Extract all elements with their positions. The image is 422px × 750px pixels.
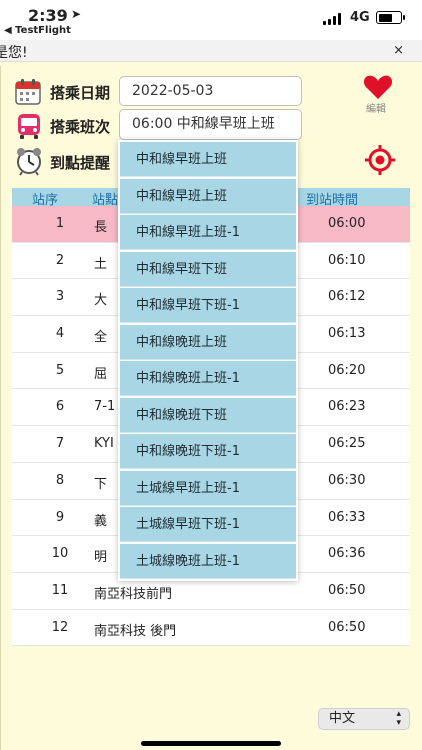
row-time: 06:13 — [328, 326, 366, 342]
dropdown-option[interactable]: 中和線早班上班-1 — [120, 215, 296, 251]
row-time: 06:12 — [328, 289, 366, 305]
row-stop: 明 — [94, 550, 108, 566]
row-seq: 1 — [55, 216, 65, 231]
dropdown-option[interactable]: 中和線早班下班-1 — [120, 288, 296, 324]
row-time: 06:10 — [328, 252, 366, 268]
row-time: 06:33 — [328, 509, 366, 525]
heart-icon[interactable] — [363, 74, 393, 100]
row-stop: 土 — [94, 256, 108, 272]
network-type: 4G — [350, 10, 370, 25]
row-stop: 下 — [94, 476, 108, 492]
date-input[interactable]: 2022-05-03 — [119, 76, 302, 106]
alarm-label: 到點提醒 — [50, 154, 111, 172]
home-indicator — [141, 741, 281, 746]
row-time: 06:23 — [328, 399, 366, 415]
dropdown-option[interactable]: 中和線早班上班 — [120, 142, 296, 178]
banner-close-button[interactable]: × — [393, 43, 404, 58]
row-seq: 5 — [55, 362, 65, 378]
dropdown-option[interactable]: 中和線早班下班 — [120, 251, 296, 287]
dropdown-option[interactable]: 中和線晚班上班-1 — [120, 361, 296, 397]
row-stop: 南亞科技前門 — [94, 586, 173, 602]
shift-select[interactable]: 06:00 中和線早班上班 — [119, 109, 302, 140]
row-seq: 6 — [55, 399, 65, 415]
status-time: 2:39 — [28, 6, 68, 25]
row-stop: 長 — [94, 220, 108, 235]
location-arrow-icon: ➤ — [71, 7, 82, 21]
row-time: 06:00 — [328, 216, 366, 231]
row-stop: 大 — [94, 293, 108, 309]
row-seq: 11 — [51, 582, 69, 598]
dropdown-option[interactable]: 土城線早班上班-1 — [120, 470, 296, 506]
edit-label[interactable]: 編輯 — [366, 100, 386, 115]
row-seq: 2 — [55, 252, 65, 268]
back-to-testflight-link[interactable]: ◀ TestFlight — [4, 25, 71, 36]
select-arrows-icon: ▴ ▾ — [396, 709, 401, 728]
row-seq: 4 — [55, 326, 65, 342]
language-value: 中文 — [329, 711, 356, 726]
row-seq: 9 — [55, 509, 65, 525]
row-stop: 全 — [94, 330, 108, 346]
row-time: 06:25 — [328, 436, 366, 452]
row-time: 06:30 — [328, 472, 366, 488]
row-seq: 3 — [55, 289, 65, 305]
table-row[interactable]: 12 南亞科技 後門 06:50 — [12, 609, 410, 647]
language-select[interactable]: 中文 ▴ ▾ — [318, 708, 410, 730]
row-stop: 7-1 — [94, 399, 116, 415]
row-stop: 南亞科技 後門 — [94, 623, 177, 639]
status-bar: 2:39 ➤ ◀ TestFlight 4G — [0, 0, 422, 44]
row-stop: KYI — [94, 436, 114, 452]
row-time: 06:36 — [328, 546, 366, 562]
battery-icon — [376, 11, 405, 24]
date-label: 搭乘日期 — [50, 84, 111, 102]
bus-icon — [15, 112, 43, 140]
notice-banner: 是您! × — [0, 40, 422, 62]
dropdown-option[interactable]: 土城線晚班上班-1 — [120, 543, 296, 579]
row-time: 06:50 — [328, 619, 366, 635]
dropdown-option[interactable]: 中和線晚班下班-1 — [120, 434, 296, 470]
row-time: 06:50 — [328, 582, 366, 598]
shift-dropdown-menu[interactable]: 中和線早班上班 中和線早班上班 中和線早班上班-1 中和線早班下班 中和線早班下班-1 中… — [118, 140, 298, 581]
row-time: 06:20 — [328, 362, 366, 378]
row-stop: 義 — [94, 513, 108, 529]
row-seq: 8 — [55, 472, 65, 488]
row-stop: 屈 — [94, 366, 108, 382]
cellular-signal-icon — [323, 13, 345, 25]
dropdown-option[interactable]: 中和線晚班上班 — [120, 324, 296, 360]
row-seq: 10 — [51, 546, 69, 562]
alarm-clock-icon — [14, 146, 44, 176]
row-seq: 12 — [51, 619, 69, 635]
dropdown-option[interactable]: 中和線晚班下班 — [120, 397, 296, 433]
dropdown-option[interactable]: 土城線早班下班-1 — [120, 507, 296, 543]
dropdown-option[interactable]: 中和線早班上班 — [120, 178, 296, 214]
row-seq: 7 — [55, 436, 65, 452]
banner-text: 是您! — [0, 45, 28, 61]
shift-label: 搭乘班次 — [50, 118, 111, 136]
calendar-icon — [14, 78, 42, 106]
target-icon[interactable] — [364, 144, 396, 176]
